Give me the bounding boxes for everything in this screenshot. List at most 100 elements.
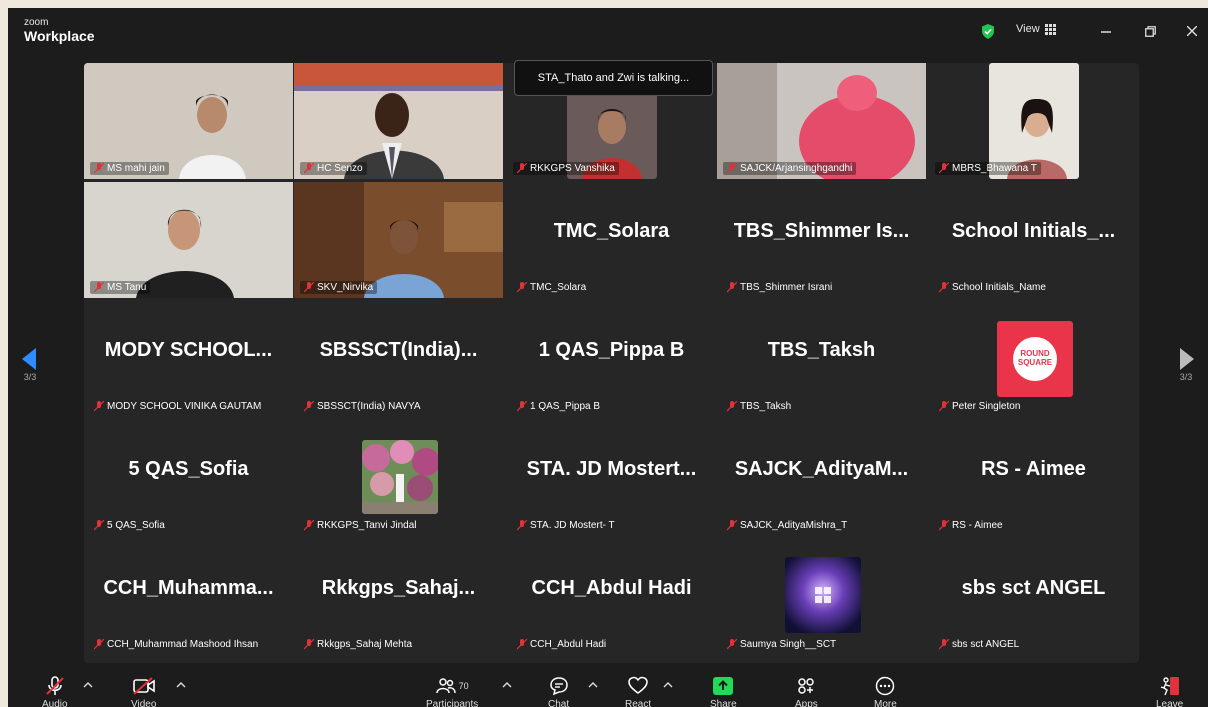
participants-label: Participants [426, 699, 479, 707]
chevron-up-icon[interactable] [588, 681, 598, 689]
share-button[interactable]: Share [710, 676, 737, 707]
react-button[interactable]: React [625, 676, 651, 707]
muted-mic-icon [727, 639, 737, 650]
participant-label: 1 QAS_Pippa B [513, 400, 604, 413]
participant-tile[interactable]: SAJCK/Arjansinghgandhi [717, 63, 926, 179]
participant-tile[interactable]: RS - Aimee RS - Aimee [929, 420, 1138, 536]
video-button[interactable]: Video [131, 676, 156, 707]
participant-tile[interactable]: School Initials_... School Initials_Name [929, 182, 1138, 298]
apps-button[interactable]: Apps [795, 676, 818, 707]
muted-mic-icon [517, 282, 527, 293]
participant-tile[interactable]: CCH_Muhamma... CCH_Muhammad Mashood Ihsa… [84, 539, 293, 655]
participant-label: RKKGPS Vanshika [513, 162, 619, 175]
participant-tile[interactable]: MODY SCHOOL... MODY SCHOOL VINIKA GAUTAM [84, 301, 293, 417]
view-label: View [1016, 23, 1040, 35]
participant-label: TBS_Taksh [723, 400, 795, 413]
participant-tile[interactable]: 1 QAS_Pippa B 1 QAS_Pippa B [507, 301, 716, 417]
participant-tile[interactable]: sbs sct ANGEL sbs sct ANGEL [929, 539, 1138, 655]
page-indicator-left: 3/3 [23, 372, 37, 382]
participant-avatar-photo [362, 440, 438, 514]
participant-name: STA. JD Mostert... [526, 458, 697, 480]
audio-label: Audio [42, 699, 68, 707]
muted-mic-icon [727, 401, 737, 412]
participant-label: Peter Singleton [935, 400, 1024, 413]
leave-button[interactable]: Leave [1156, 676, 1183, 707]
muted-mic-icon [939, 163, 949, 174]
chat-label: Chat [548, 699, 570, 707]
participant-label: Saumya Singh__SCT [723, 638, 840, 651]
chevron-up-icon[interactable] [176, 681, 186, 689]
chevron-up-icon[interactable] [83, 681, 93, 689]
muted-mic-icon [94, 163, 104, 174]
participant-tile[interactable]: ROUND SQUARE Peter Singleton [929, 301, 1138, 417]
muted-mic-icon [304, 282, 314, 293]
participants-icon [435, 678, 456, 694]
chevron-up-icon[interactable] [502, 681, 512, 689]
shield-check-icon[interactable] [981, 24, 995, 39]
chat-button[interactable]: Chat [548, 676, 569, 707]
arrow-right-icon [1180, 348, 1194, 370]
previous-page-button[interactable]: 3/3 [22, 348, 38, 382]
more-icon [876, 676, 895, 696]
audio-button[interactable]: Audio [42, 676, 68, 707]
more-button[interactable]: More [874, 676, 897, 707]
restore-button[interactable] [1138, 20, 1162, 42]
participant-name: CCH_Muhamma... [103, 577, 274, 599]
participant-tile[interactable]: STA. JD Mostert... STA. JD Mostert- T [507, 420, 716, 536]
page-indicator-right: 3/3 [1179, 372, 1193, 382]
participant-label: MBRS_Bhawana T [935, 162, 1041, 175]
chat-icon [549, 677, 568, 696]
participant-tile[interactable]: TBS_Shimmer Is... TBS_Shimmer Israni [717, 182, 926, 298]
brand-workplace: Workplace [24, 28, 95, 44]
participant-tile[interactable]: Rkkgps_Sahaj... Rkkgps_Sahaj Mehta [294, 539, 503, 655]
participant-tile[interactable]: SAJCK_AdityaM... SAJCK_AdityaMishra_T [717, 420, 926, 536]
participant-label: MS mahi jain [90, 162, 169, 175]
participants-button[interactable]: 70 Participants [426, 676, 478, 707]
participant-tile[interactable]: TMC_Solara TMC_Solara [507, 182, 716, 298]
muted-mic-icon [517, 520, 527, 531]
heart-icon [628, 676, 648, 694]
participant-tile[interactable]: 5 QAS_Sofia 5 QAS_Sofia [84, 420, 293, 536]
participant-label: CCH_Abdul Hadi [513, 638, 610, 651]
participant-name: MODY SCHOOL... [104, 339, 273, 361]
participant-tile[interactable]: SBSSCT(India)... SBSSCT(India) NAVYA [294, 301, 503, 417]
muted-mic-icon [304, 401, 314, 412]
participant-tile[interactable]: MS Tanu [84, 182, 293, 298]
muted-mic-icon [517, 163, 527, 174]
muted-mic-icon [517, 401, 527, 412]
participant-name: TBS_Taksh [767, 339, 876, 361]
close-button[interactable] [1180, 20, 1204, 42]
participant-tile[interactable]: TBS_Taksh TBS_Taksh [717, 301, 926, 417]
muted-mic-icon [94, 520, 104, 531]
chevron-up-icon[interactable] [663, 681, 673, 689]
participant-tile[interactable]: SKV_Nirvika [294, 182, 503, 298]
participant-tile[interactable]: Saumya Singh__SCT [717, 539, 926, 655]
muted-mic-icon [939, 401, 949, 412]
participant-tile[interactable]: MBRS_Bhawana T [929, 63, 1138, 179]
minimize-button[interactable] [1094, 20, 1118, 42]
participant-tile[interactable]: RKKGPS_Tanvi Jindal [294, 420, 503, 536]
muted-mic-icon [727, 282, 737, 293]
participant-label: SAJCK/Arjansinghgandhi [723, 162, 857, 175]
muted-mic-icon [94, 639, 104, 650]
participant-label: School Initials_Name [935, 281, 1050, 294]
participant-tile[interactable]: MS mahi jain [84, 63, 293, 179]
grid-icon [1044, 23, 1056, 35]
view-button[interactable]: View [1016, 23, 1056, 35]
participant-name: TMC_Solara [553, 220, 670, 242]
apps-icon [798, 678, 815, 694]
participant-name: RS - Aimee [981, 458, 1086, 480]
video-label: Video [131, 699, 157, 707]
participant-label: HC Senzo [300, 162, 367, 175]
muted-mic-icon [939, 282, 949, 293]
participant-avatar-photo [785, 557, 861, 633]
participant-name: CCH_Abdul Hadi [531, 577, 692, 599]
participant-tile[interactable]: CCH_Abdul Hadi CCH_Abdul Hadi [507, 539, 716, 655]
participant-tile[interactable]: HC Senzo [294, 63, 503, 179]
next-page-button[interactable]: 3/3 [1178, 348, 1194, 382]
participant-name: SBSSCT(India)... [319, 339, 478, 361]
apps-label: Apps [795, 699, 818, 707]
participant-name: 5 QAS_Sofia [128, 458, 249, 480]
participant-label: SBSSCT(India) NAVYA [300, 400, 425, 413]
participant-label: SKV_Nirvika [300, 281, 378, 294]
